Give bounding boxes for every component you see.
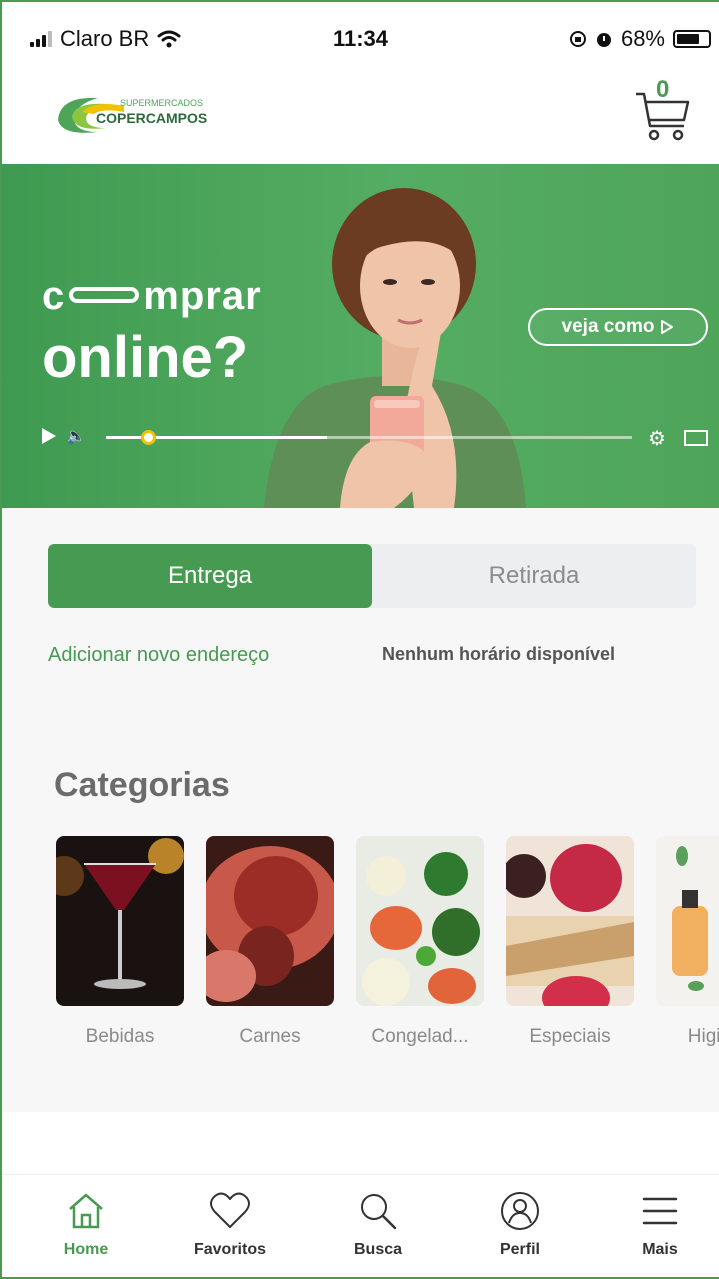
category-label: Congelad... [371,1026,469,1047]
watch-how-button[interactable]: veja como [528,308,708,346]
category-especiais[interactable]: Especiais [506,836,634,1048]
alarm-icon [596,33,611,47]
nav-mais[interactable]: Mais [600,1187,719,1259]
logo-brand-text: COPERCAMPOS [96,110,207,126]
category-bebidas[interactable]: Bebidas [56,836,184,1048]
copercampos-logo[interactable]: SUPERMERCADOS COPERCAMPOS [54,90,229,138]
app-header: SUPERMERCADOS COPERCAMPOS 0 [2,76,719,164]
nav-home[interactable]: Home [26,1187,146,1259]
add-address-link[interactable]: Adicionar novo endereço [48,644,269,667]
logo-top-text: SUPERMERCADOS [120,98,203,108]
special-image [506,836,634,1006]
wifi-icon [157,30,181,48]
drinks-image [56,836,184,1006]
category-congelados[interactable]: Congelad... [356,836,484,1048]
home-icon [69,1193,103,1229]
bottom-nav: Home Favoritos Busca Perfil Mais [2,1174,719,1277]
category-label: Carnes [239,1026,301,1047]
search-icon [361,1194,397,1230]
nav-label: Perfil [499,1241,540,1258]
banner-headline-line1: c mprar [42,274,262,318]
heart-icon [210,1192,250,1228]
signal-icon [30,31,52,47]
woman-with-phone-image [264,188,526,508]
category-label: Especiais [529,1026,611,1047]
nav-label: Mais [642,1241,678,1258]
meat-image [206,836,334,1006]
video-scrubber[interactable] [141,430,156,445]
nav-label: Home [63,1241,109,1258]
category-label: Higiene [687,1026,719,1047]
cart-count-badge: 0 [656,76,670,103]
app-screen: Claro BR 11:34 68% SUPERMERCADOS COPERCA… [0,0,719,1279]
play-outline-icon [661,320,674,334]
tab-entrega[interactable]: Entrega [48,544,372,608]
status-right: 68% [569,26,711,52]
category-higiene[interactable]: Higiene [656,836,719,1048]
pill-shape [69,287,140,304]
nav-label: Favoritos [193,1241,266,1258]
delivery-mode-toggle: Entrega Retirada [48,544,696,608]
orientation-lock-icon [569,31,586,47]
watch-how-label: veja como [561,316,655,337]
battery-percent: 68% [620,26,665,51]
video-controls: 🔈 ⚙ [40,426,712,450]
menu-icon [642,1197,678,1225]
nav-perfil[interactable]: Perfil [460,1187,580,1259]
fullscreen-icon[interactable] [684,430,708,446]
categories-title: Categorias [54,766,230,804]
promo-video-banner[interactable]: c mprar online? veja como 🔈 ⚙ [2,164,719,508]
schedule-status: Nenhum horário disponível [382,644,616,664]
status-bar: Claro BR 11:34 68% [2,2,719,76]
status-left: Claro BR [30,26,181,52]
frozen-image [356,836,484,1006]
hygiene-image [656,836,719,1006]
battery-icon [673,30,711,48]
tab-retirada[interactable]: Retirada [372,544,696,608]
categories-carousel[interactable]: Bebidas Carnes Congelad... Especiais Hig [56,836,719,1056]
nav-busca[interactable]: Busca [318,1187,438,1259]
video-progress-bar[interactable] [106,430,632,445]
carrier-name: Claro BR [60,26,150,51]
nav-label: Busca [353,1241,403,1258]
volume-icon[interactable]: 🔈 [66,426,86,446]
play-icon[interactable] [42,428,56,444]
main-content: Entrega Retirada Adicionar novo endereço… [2,508,719,1112]
category-label: Bebidas [85,1026,155,1047]
nav-favoritos[interactable]: Favoritos [170,1187,290,1259]
category-carnes[interactable]: Carnes [206,836,334,1048]
video-buffered [106,436,327,439]
banner-headline-line2: online? [42,325,249,390]
settings-gear-icon[interactable]: ⚙ [648,426,666,451]
profile-icon [501,1192,539,1230]
